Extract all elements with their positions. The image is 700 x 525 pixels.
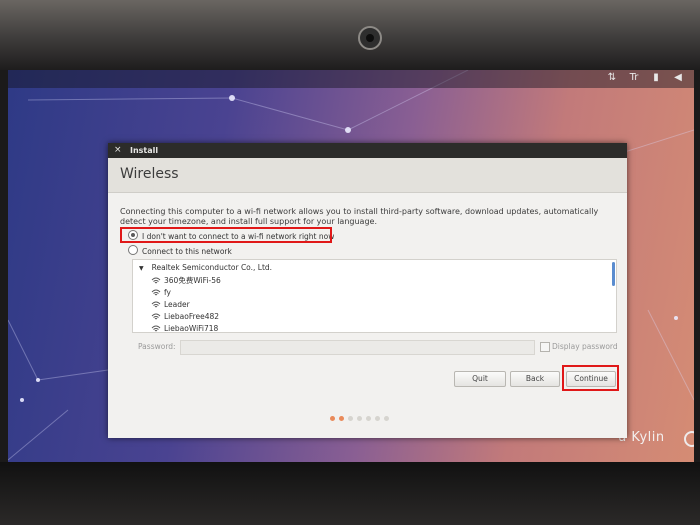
list-item-network[interactable]: LiebaoFree482 (151, 311, 219, 322)
wifi-signal-icon (151, 277, 161, 284)
network-name: Leader (164, 300, 190, 309)
close-icon[interactable]: × (114, 143, 122, 158)
progress-dot (330, 416, 335, 421)
network-device-row[interactable]: ▼ Realtek Semiconductor Co., Ltd. (139, 262, 272, 273)
quit-button[interactable]: Quit (454, 371, 506, 387)
display-password-checkbox[interactable] (540, 342, 550, 352)
connect-network-option[interactable]: Connect to this network (128, 245, 232, 257)
window-titlebar: × Install (108, 143, 627, 158)
laptop-bezel-right (694, 70, 700, 462)
progress-dot (357, 416, 362, 421)
wifi-signal-icon (151, 301, 161, 308)
progress-dot (375, 416, 380, 421)
highlight-box-no-wifi (120, 227, 332, 243)
list-item-network[interactable]: LiebaoWiFi718 (151, 323, 219, 333)
progress-dot (384, 416, 389, 421)
progress-dots (330, 416, 389, 421)
wifi-signal-icon (151, 325, 161, 332)
radio-unselected-icon[interactable] (128, 245, 138, 255)
network-list-scrollbar[interactable] (612, 262, 615, 286)
wireless-description: Connecting this computer to a wi-fi netw… (120, 207, 599, 226)
laptop-bezel-left (0, 70, 8, 462)
network-icon[interactable]: ⇅ (606, 72, 618, 83)
expand-triangle-icon[interactable]: ▼ (139, 263, 144, 274)
highlight-box-continue (562, 365, 619, 391)
network-name: LiebaoFree482 (164, 312, 220, 321)
laptop-bezel-top (0, 0, 700, 70)
password-input[interactable] (180, 340, 535, 355)
connect-network-option-label: Connect to this network (142, 247, 232, 256)
keyboard-icon[interactable]: Tr (628, 72, 640, 83)
display-password-label: Display password (552, 342, 618, 351)
list-item-network[interactable]: 360免费WiFi-56 (151, 275, 221, 286)
network-name: 360免费WiFi-56 (164, 276, 221, 285)
progress-dot (348, 416, 353, 421)
password-label: Password: (138, 342, 176, 351)
page-header: Wireless (108, 158, 627, 193)
battery-icon[interactable]: ▮ (650, 72, 662, 83)
page-title: Wireless (120, 166, 179, 182)
laptop-bezel-bottom (0, 462, 700, 525)
install-window: × Install Wireless Connecting this compu… (108, 143, 627, 438)
desktop-top-panel: ⇅ Tr ▮ ◀ (8, 70, 694, 88)
wifi-signal-icon (151, 289, 161, 296)
system-tray: ⇅ Tr ▮ ◀ (606, 72, 684, 83)
progress-dot (366, 416, 371, 421)
window-title: Install (130, 146, 159, 155)
volume-icon[interactable]: ◀ (672, 72, 684, 83)
wifi-signal-icon (151, 313, 161, 320)
network-device-name: Realtek Semiconductor Co., Ltd. (151, 263, 273, 272)
webcam (358, 26, 382, 50)
network-name: fy (164, 288, 171, 297)
power-icon (684, 431, 694, 447)
back-button[interactable]: Back (510, 371, 560, 387)
list-item-network[interactable]: Leader (151, 299, 190, 310)
progress-dot (339, 416, 344, 421)
list-item-network[interactable]: fy (151, 287, 171, 298)
network-list[interactable]: ▼ Realtek Semiconductor Co., Ltd. 360免费Wi… (132, 259, 617, 333)
network-name: LiebaoWiFi718 (164, 324, 219, 333)
